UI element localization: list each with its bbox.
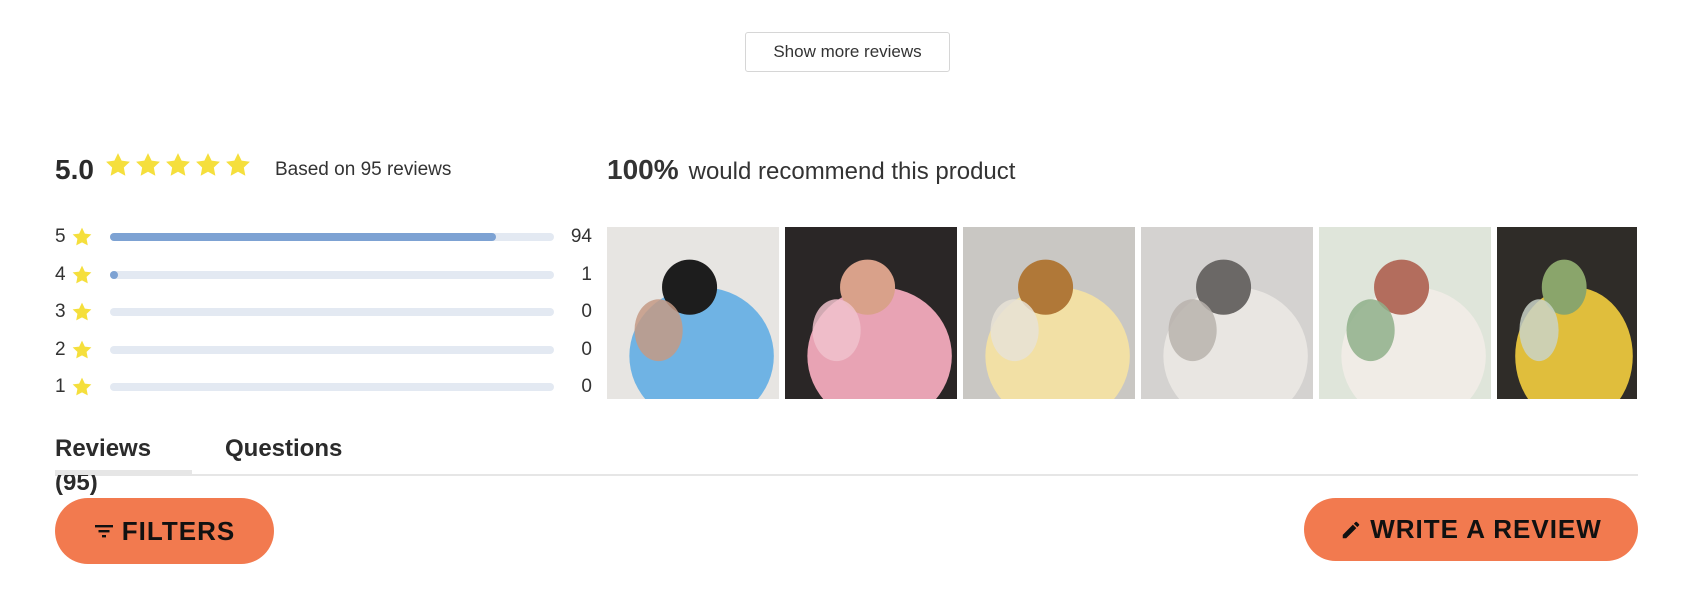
average-stars [104,151,252,179]
star-icon [134,151,162,179]
rating-bar-track [110,233,554,241]
rating-bar-fill [110,233,497,241]
rating-level: 5 [55,226,66,247]
star-icon [104,151,132,179]
review-photo-2[interactable] [785,227,957,399]
rating-row-5[interactable]: 5 94 [55,224,592,250]
review-photo-6[interactable] [1497,227,1637,399]
rating-row-4[interactable]: 41 [55,262,592,288]
recommend-percent: 100% [607,154,679,185]
star-icon [224,151,252,179]
filters-label: FILTERS [121,515,236,546]
rating-bar-track [110,270,554,279]
review-photo-1[interactable] [607,227,779,399]
star-icon [194,151,222,179]
review-photo-5[interactable] [1319,227,1491,399]
star-icon [71,226,93,248]
rating-count: 0 [581,338,592,360]
rating-level: 2 [55,338,66,360]
rating-count: 1 [581,263,592,285]
star-icon [71,301,93,323]
rating-level: 4 [55,263,66,285]
tab-questions[interactable]: Questions [225,432,342,472]
rating-row-1[interactable]: 10 [55,374,592,400]
rating-bar-track [110,383,554,391]
star-icon [164,151,192,179]
write-review-label: WRITE A REVIEW [1370,514,1602,544]
rating-count: 0 [581,301,592,322]
star-icon [71,339,93,361]
review-photo-4[interactable] [1141,227,1313,399]
star-icon [71,376,93,398]
rating-count: 0 [581,376,592,397]
reviews-section: Show more reviews 5.0 Based on 95 review… [0,0,1697,593]
recommend-text: would recommend this product [688,158,1016,185]
review-photo-3[interactable] [963,227,1135,399]
rating-row-3[interactable]: 30 [55,299,592,325]
star-icon [71,264,93,286]
rating-count: 94 [570,226,592,247]
based-on-reviews-text: Based on 95 reviews [275,159,452,180]
recommend-summary: 100% would recommend this product [607,154,1015,188]
rating-bar-track [110,345,554,354]
rating-bar-track [110,308,554,316]
show-more-reviews-button[interactable]: Show more reviews [745,32,950,72]
review-photo-gallery [607,227,1637,399]
average-rating: 5.0 [55,154,94,185]
rating-level: 1 [55,376,66,397]
active-tab-indicator [55,470,192,475]
rating-bar-fill [110,270,118,279]
tab-reviews[interactable]: Reviews (95) [55,432,192,496]
rating-level: 3 [55,301,66,322]
filters-button[interactable]: FILTERS [55,498,274,564]
pencil-icon [1340,519,1362,541]
rating-row-2[interactable]: 20 [55,337,592,363]
reviews-tabs: Reviews (95) Questions [55,430,1638,496]
write-review-button[interactable]: WRITE A REVIEW [1304,498,1638,561]
filter-icon [94,523,114,539]
